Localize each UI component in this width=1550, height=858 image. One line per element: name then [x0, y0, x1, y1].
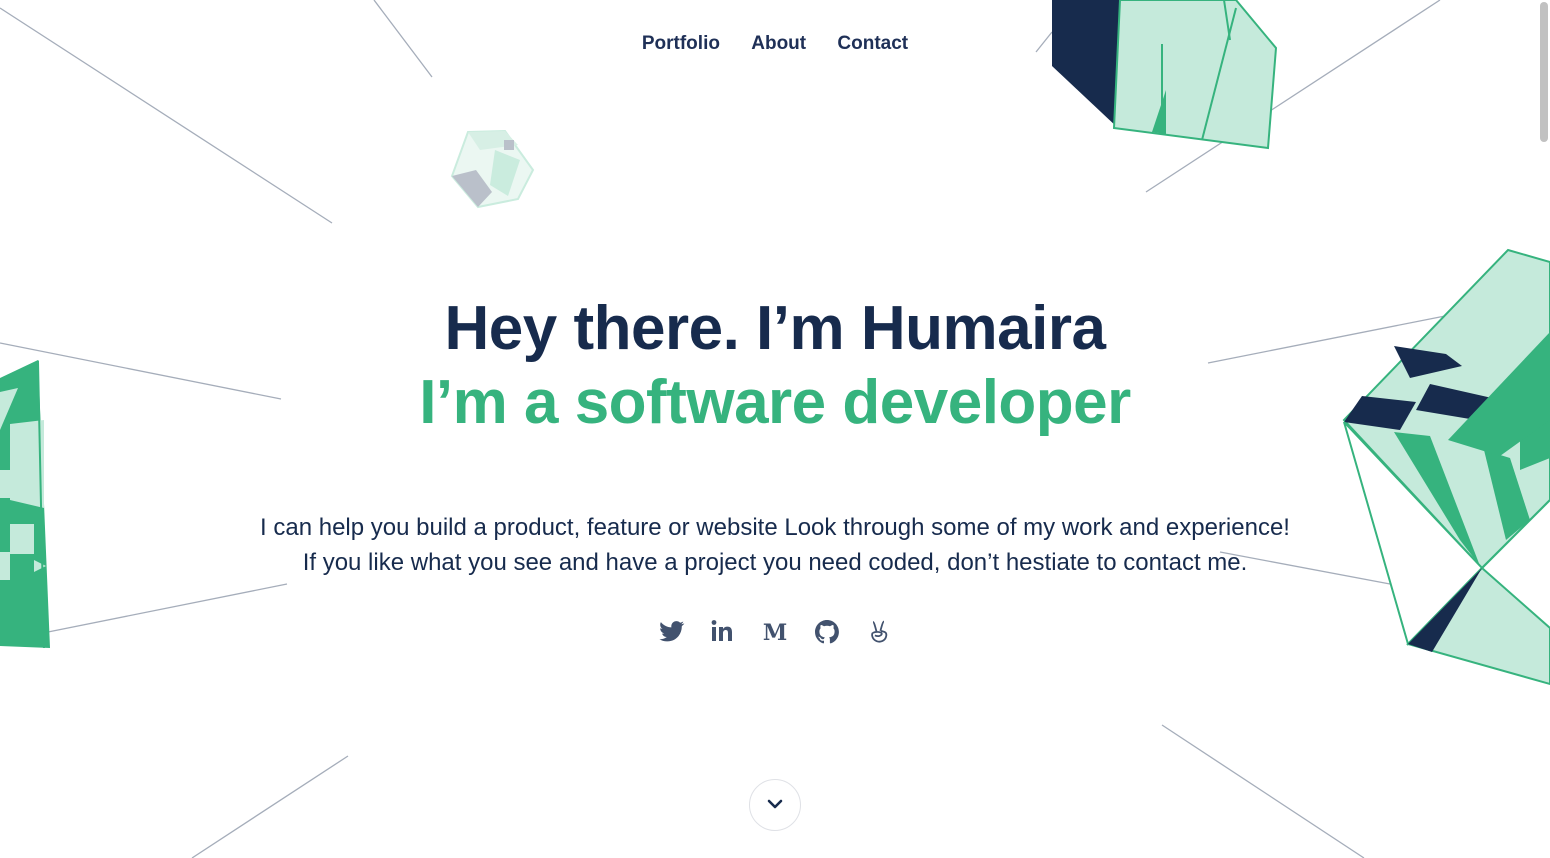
hero-subheadline: I’m a software developer [419, 368, 1131, 437]
twitter-icon[interactable] [651, 612, 691, 652]
scroll-down-button[interactable] [749, 779, 801, 831]
linkedin-icon[interactable] [703, 612, 743, 652]
hero-description-line-1: I can help you build a product, feature … [260, 514, 1290, 541]
page-scrollbar[interactable] [1540, 2, 1548, 142]
hero-headline: Hey there. I’m Humaira [444, 294, 1106, 363]
top-navigation: Portfolio About Contact [0, 33, 1550, 55]
chevron-down-icon [767, 799, 783, 809]
angellist-icon[interactable] [859, 612, 899, 652]
small-cube-shape [450, 129, 535, 209]
hero-heading: Hey there. I’m Humaira I’m a software de… [0, 292, 1550, 440]
hero-description: I can help you build a product, feature … [0, 510, 1550, 580]
nav-link-portfolio[interactable]: Portfolio [642, 33, 720, 54]
hero-description-line-2: If you like what you see and have a proj… [302, 549, 1248, 576]
top-right-cube-shape [1052, 0, 1278, 150]
medium-icon[interactable]: M [755, 612, 795, 652]
svg-text:M: M [763, 620, 787, 646]
hero-section: Hey there. I’m Humaira I’m a software de… [0, 292, 1550, 580]
nav-link-about[interactable]: About [751, 33, 806, 54]
github-icon[interactable] [807, 612, 847, 652]
social-links: M [0, 612, 1550, 652]
page: Portfolio About Contact Hey there. I’m H… [0, 0, 1550, 858]
nav-link-contact[interactable]: Contact [837, 33, 908, 54]
